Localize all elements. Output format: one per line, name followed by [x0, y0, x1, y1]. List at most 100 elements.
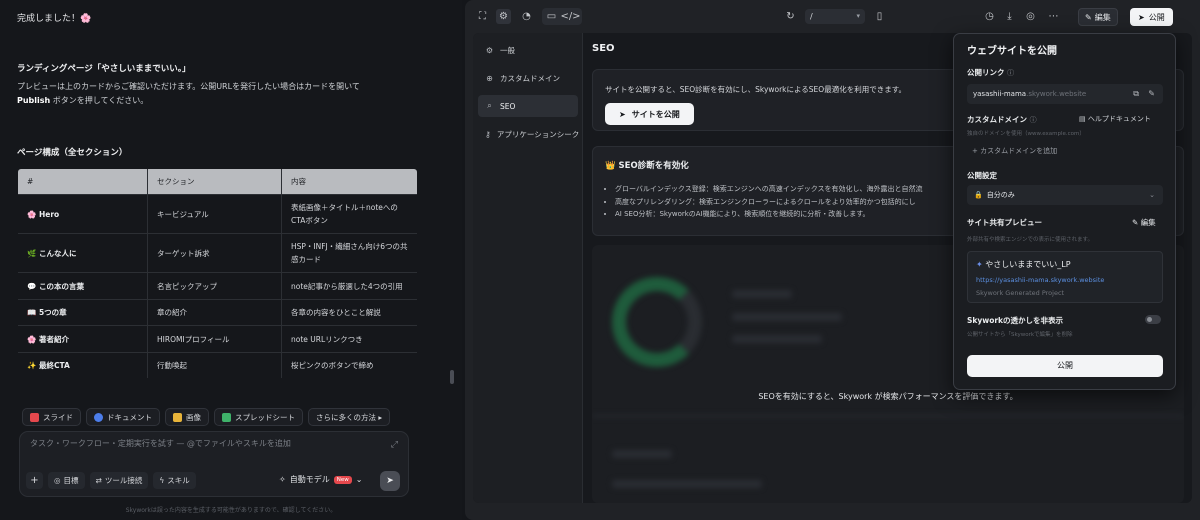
copy-icon[interactable]: ⧉	[1133, 84, 1139, 104]
chip-image[interactable]: 画像	[165, 408, 209, 426]
pencil-icon: ✎	[1132, 218, 1139, 227]
nav-label: SEO	[500, 101, 516, 111]
quick-action-chips: スライド ドキュメント 画像 スプレッドシート さらに多くの方法 ▸	[22, 408, 391, 426]
chevron-down-icon: ⌄	[1149, 191, 1155, 199]
add-domain-button[interactable]: + カスタムドメインを追加	[972, 146, 1057, 156]
nav-custom-domain[interactable]: ⊕ カスタムドメイン	[478, 67, 578, 89]
composer-tools: + ◎ 目標 ⇄ ツール接続 ϟ スキル	[26, 472, 196, 489]
chart-icon[interactable]: ◔	[519, 9, 534, 24]
code-icon[interactable]: </>	[560, 9, 580, 24]
watermark-toggle[interactable]	[1145, 315, 1161, 324]
tool-connect-button[interactable]: ⇄ ツール接続	[89, 472, 149, 489]
page-title: SEO	[592, 43, 615, 54]
fullscreen-icon[interactable]: ⛶	[475, 9, 490, 24]
refresh-icon[interactable]: ↻	[783, 9, 798, 24]
gear-icon: ⚙	[485, 45, 494, 55]
sections-table: # セクション 内容 🌸 Hero キービジュアル 表紙画像＋タイトル＋note…	[17, 168, 418, 379]
chip-label: 画像	[186, 412, 201, 422]
doc-icon: ▤	[1079, 115, 1086, 123]
publish-card-text: サイトを公開すると、SEO診断を有効にし、SkyworkによるSEO最適化を利用…	[605, 85, 906, 94]
share-preview-edit[interactable]: ✎ 編集	[1132, 217, 1156, 228]
table-cell: 章の紹介	[147, 299, 282, 326]
connect-icon: ⇄	[95, 476, 102, 485]
link-domain: .skywork.website	[1026, 90, 1087, 98]
globe-icon: ⊕	[486, 73, 493, 83]
publish-site-label: サイトを公開	[631, 109, 680, 119]
new-badge: New	[333, 475, 352, 484]
send-button[interactable]: ➤	[380, 471, 400, 491]
resize-handle[interactable]	[450, 370, 454, 384]
table-cell: 🌸 著者紹介	[18, 325, 148, 353]
table-header: #	[18, 169, 148, 195]
goal-button[interactable]: ◎ 目標	[48, 472, 85, 489]
table-cell: 行動喚起	[147, 352, 282, 378]
settings-sidebar: ⚙ 一般 ⊕ カスタムドメイン ⌕ SEO ⚷ アプリケーションシーク	[473, 33, 583, 503]
nav-general[interactable]: ⚙ 一般	[478, 39, 578, 61]
expand-icon[interactable]: ⤢	[391, 440, 398, 450]
list-item: 高度なプリレンダリング：検索エンジンクローラーによるクロールをより効率的かつ包括…	[615, 196, 923, 209]
nav-app-secrets[interactable]: ⚷ アプリケーションシーク	[478, 123, 580, 145]
nav-seo[interactable]: ⌕ SEO	[478, 95, 578, 117]
info-icon[interactable]: ⓘ	[1007, 69, 1014, 77]
completion-message: 完成しました！🌸	[17, 14, 92, 24]
download-icon[interactable]: ⤓	[1002, 9, 1017, 24]
seo-feature-list: グローバルインデックス登録：検索エンジンへの高速インデックスを有効化し、海外露出…	[615, 183, 923, 221]
public-link-field[interactable]: yasashii-mama.skywork.website ⧉ ✎	[967, 84, 1163, 104]
share-preview-hint: 外部共有や検索エンジンでの表示に使用されます。	[967, 237, 1093, 243]
target-icon: ◎	[54, 476, 61, 485]
tool-label: ツール接続	[104, 476, 143, 485]
chip-label: スライド	[43, 412, 73, 422]
chevron-down-icon: ▾	[856, 12, 860, 20]
chip-more[interactable]: さらに多くの方法 ▸	[308, 408, 391, 426]
chip-document[interactable]: ドキュメント	[86, 408, 160, 426]
blur-bar	[612, 480, 762, 488]
table-header: 内容	[281, 169, 417, 195]
publish-site-button[interactable]: ➤ サイトを公開	[605, 103, 694, 125]
history-icon[interactable]: ◷	[982, 9, 997, 24]
preview-icon[interactable]: ▭	[544, 9, 559, 24]
add-button[interactable]: +	[26, 472, 43, 489]
page-path-select[interactable]: / ▾	[805, 9, 865, 24]
table-cell: 🌿 こんな人に	[18, 233, 148, 273]
help-doc-link[interactable]: ▤ ヘルプドキュメント	[1079, 114, 1151, 124]
table-cell: 表紙画像＋タイトル＋noteへのCTAボタン	[281, 194, 417, 234]
settings-icon[interactable]: ⚙	[496, 9, 511, 24]
nav-label: 一般	[500, 45, 515, 55]
tool-label: 目標	[63, 476, 79, 485]
share-title-row: ✦ やさしいままでいい_LP	[976, 259, 1071, 270]
table-row: ✨ 最終CTA 行動喚起 桜ピンクのボタンで締め	[18, 352, 417, 378]
table-cell: 名言ピックアップ	[147, 272, 282, 300]
disclaimer: Skyworkは誤った内容を生成する可能性がありますので、確認してください。	[125, 507, 337, 514]
model-label: 自動モデル	[289, 475, 330, 484]
key-icon: ⚷	[485, 129, 491, 139]
plus-icon: +	[30, 475, 39, 486]
popover-publish-button[interactable]: 公開	[967, 355, 1163, 377]
publish-button[interactable]: ➤ 公開	[1130, 8, 1173, 26]
slides-icon	[30, 412, 39, 422]
share-preview-label: サイト共有プレビュー	[967, 218, 1042, 227]
lp-desc-part2: ボタンを押してください。	[50, 96, 149, 105]
label-text: 公開リンク	[967, 68, 1005, 77]
lock-icon: 🔒	[974, 191, 983, 199]
table-row: 🌸 Hero キービジュアル 表紙画像＋タイトル＋noteへのCTAボタン	[18, 194, 417, 234]
chip-spreadsheet[interactable]: スプレッドシート	[214, 408, 303, 426]
composer-input[interactable]	[30, 439, 370, 448]
lp-desc-publish: Publish	[17, 96, 51, 105]
custom-domain-hint: 独自のドメインを使用（www.example.com）	[967, 131, 1085, 137]
more-icon[interactable]: ⋯	[1046, 9, 1061, 24]
chip-slides[interactable]: スライド	[22, 408, 81, 426]
seo-diagnosis-title: 👑 SEO診断を有効化	[605, 161, 689, 171]
share-icon[interactable]: ◎	[1023, 9, 1038, 24]
info-icon[interactable]: ⓘ	[1030, 116, 1037, 124]
chip-label: ドキュメント	[107, 412, 152, 422]
model-selector[interactable]: ✧ 自動モデル New ⌄	[279, 474, 362, 485]
edit-button[interactable]: ✎ 編集	[1078, 8, 1118, 26]
mobile-icon[interactable]: ▯	[872, 9, 887, 24]
pages-title: ページ構成（全セクション）	[17, 148, 128, 158]
table-cell: HIROMIプロフィール	[147, 325, 282, 353]
visibility-select[interactable]: 🔒 自分のみ ⌄	[967, 185, 1163, 205]
pencil-icon[interactable]: ✎	[1148, 84, 1155, 104]
nav-label: アプリケーションシーク	[496, 129, 580, 139]
skill-button[interactable]: ϟ スキル	[153, 472, 196, 489]
chip-label: スプレッドシート	[235, 412, 295, 422]
